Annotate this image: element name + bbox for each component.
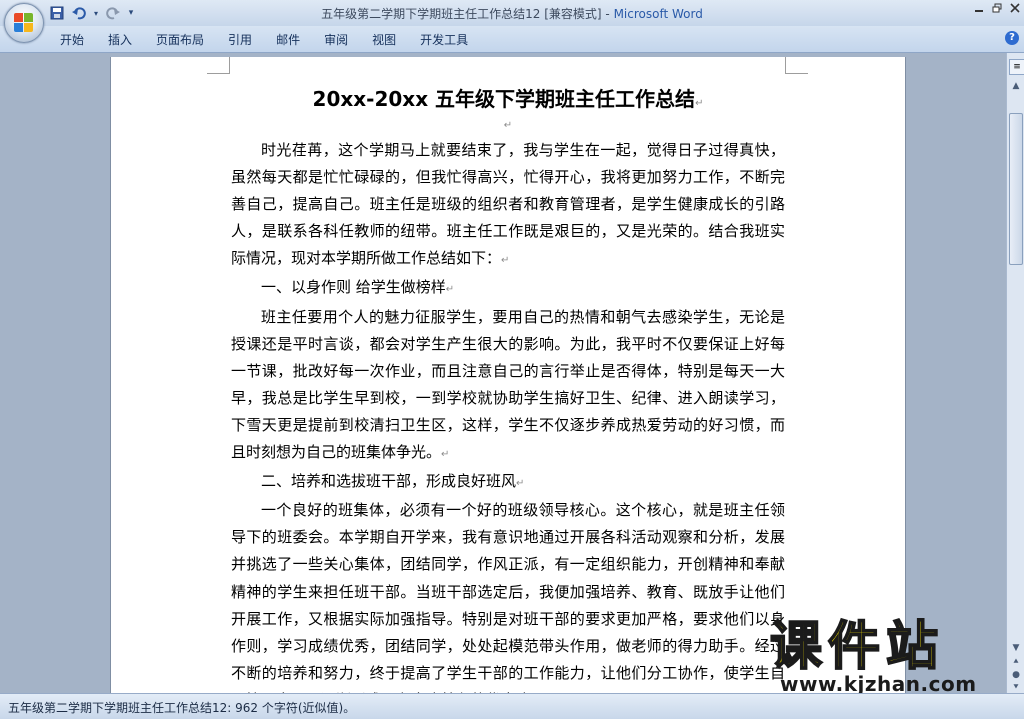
section-heading: 二、培养和选拔班干部，形成良好班风↵ xyxy=(231,468,785,497)
scroll-up-icon[interactable]: ▲ xyxy=(1009,79,1023,93)
redo-icon[interactable] xyxy=(104,5,122,21)
undo-icon[interactable] xyxy=(70,5,88,21)
paragraph: 时光荏苒，这个学期马上就要结束了，我与学生在一起，觉得日子过得真快，虽然每天都是… xyxy=(231,137,785,274)
scrollbar-thumb[interactable] xyxy=(1009,113,1023,265)
quick-access-toolbar: ▾ ▾ xyxy=(48,4,136,22)
title-bar: 五年级第二学期下学期班主任工作总结12 [兼容模式] - Microsoft W… xyxy=(0,0,1024,27)
margin-corner-top-right xyxy=(785,57,808,74)
document-title-text: 20xx-20xx 五年级下学期班主任工作总结 xyxy=(312,87,696,111)
scroll-down-icon[interactable]: ▼ xyxy=(1009,641,1023,655)
paragraph-mark-icon: ↵ xyxy=(441,449,450,461)
window-title-doc: 五年级第二学期下学期班主任工作总结12 [兼容模式] - xyxy=(321,7,614,21)
window-controls xyxy=(970,0,1024,18)
select-browse-object-icon[interactable]: ● xyxy=(1009,668,1023,682)
status-bar: 五年级第二学期下学期班主任工作总结12: 962 个字符(近似值)。 xyxy=(0,693,1024,719)
office-button[interactable] xyxy=(4,3,44,43)
paragraph-text: 一个良好的班集体，必须有一个好的班级领导核心。这个核心，就是班主任领导下的班委会… xyxy=(231,501,785,693)
window-title-app: Microsoft Word xyxy=(613,7,703,21)
tab-references[interactable]: 引用 xyxy=(216,30,264,50)
tab-insert[interactable]: 插入 xyxy=(96,30,144,50)
tab-home[interactable]: 开始 xyxy=(48,30,96,50)
tab-page-layout[interactable]: 页面布局 xyxy=(144,30,216,50)
minimize-icon[interactable] xyxy=(970,0,988,16)
previous-page-icon[interactable]: ⯅ xyxy=(1009,655,1023,669)
window-title: 五年级第二学期下学期班主任工作总结12 [兼容模式] - Microsoft W… xyxy=(0,5,1024,22)
paragraph: 班主任要用个人的魅力征服学生，要用自己的热情和朝气去感染学生，无论是授课还是平时… xyxy=(231,304,785,469)
help-icon[interactable]: ? xyxy=(1005,31,1019,45)
section-heading: 一、以身作则 给学生做榜样↵ xyxy=(231,274,785,303)
paragraph-mark-icon: ↵ xyxy=(501,255,510,267)
ribbon-tab-bar: 开始 插入 页面布局 引用 邮件 审阅 视图 开发工具 ? xyxy=(0,26,1024,53)
ruler-toggle-icon[interactable]: ≡ xyxy=(1009,59,1024,75)
tab-mailings[interactable]: 邮件 xyxy=(264,30,312,50)
close-icon[interactable] xyxy=(1006,0,1024,16)
section-heading-text: 一、以身作则 给学生做榜样 xyxy=(261,278,446,297)
paragraph-text: 班主任要用个人的魅力征服学生，要用自己的热情和朝气去感染学生，无论是授课还是平时… xyxy=(231,307,785,462)
document-workspace: 20xx-20xx 五年级下学期班主任工作总结↵ ↵ 时光荏苒，这个学期马上就要… xyxy=(0,53,1006,693)
save-icon[interactable] xyxy=(48,5,66,21)
restore-icon[interactable] xyxy=(988,0,1006,16)
watermark: 课件站 www.kjzhan.com xyxy=(769,617,1006,696)
tab-developer[interactable]: 开发工具 xyxy=(408,30,480,50)
margin-corner-top-left xyxy=(207,57,230,74)
vertical-scrollbar[interactable]: ≡ ▲ ▼ ⯅ ● ⯆ xyxy=(1006,53,1024,693)
tab-view[interactable]: 视图 xyxy=(360,30,408,50)
paragraph-text: 时光荏苒，这个学期马上就要结束了，我与学生在一起，觉得日子过得真快，虽然每天都是… xyxy=(231,141,785,268)
section-heading-text: 二、培养和选拔班干部，形成良好班风 xyxy=(261,472,517,491)
paragraph-mark-icon: ↵ xyxy=(695,98,704,109)
document-title: 20xx-20xx 五年级下学期班主任工作总结↵ xyxy=(231,83,785,115)
customize-qat-icon[interactable]: ▾ xyxy=(126,5,136,21)
paragraph-mark-icon: ↵ xyxy=(516,478,525,490)
office-logo-icon xyxy=(14,13,34,33)
dropdown-arrow-icon[interactable]: ▾ xyxy=(92,5,100,21)
document-body[interactable]: 20xx-20xx 五年级下学期班主任工作总结↵ ↵ 时光荏苒，这个学期马上就要… xyxy=(231,81,785,693)
document-page[interactable]: 20xx-20xx 五年级下学期班主任工作总结↵ ↵ 时光荏苒，这个学期马上就要… xyxy=(110,57,906,693)
paragraph: 一个良好的班集体，必须有一个好的班级领导核心。这个核心，就是班主任领导下的班委会… xyxy=(231,497,785,693)
watermark-logo: 课件站 xyxy=(769,617,945,677)
empty-paragraph: ↵ xyxy=(503,120,513,131)
status-text: 五年级第二学期下学期班主任工作总结12: 962 个字符(近似值)。 xyxy=(8,701,356,715)
paragraph-mark-icon: ↵ xyxy=(445,284,455,296)
ribbon-tabs: 开始 插入 页面布局 引用 邮件 审阅 视图 开发工具 xyxy=(48,30,480,50)
tab-review[interactable]: 审阅 xyxy=(312,30,360,50)
